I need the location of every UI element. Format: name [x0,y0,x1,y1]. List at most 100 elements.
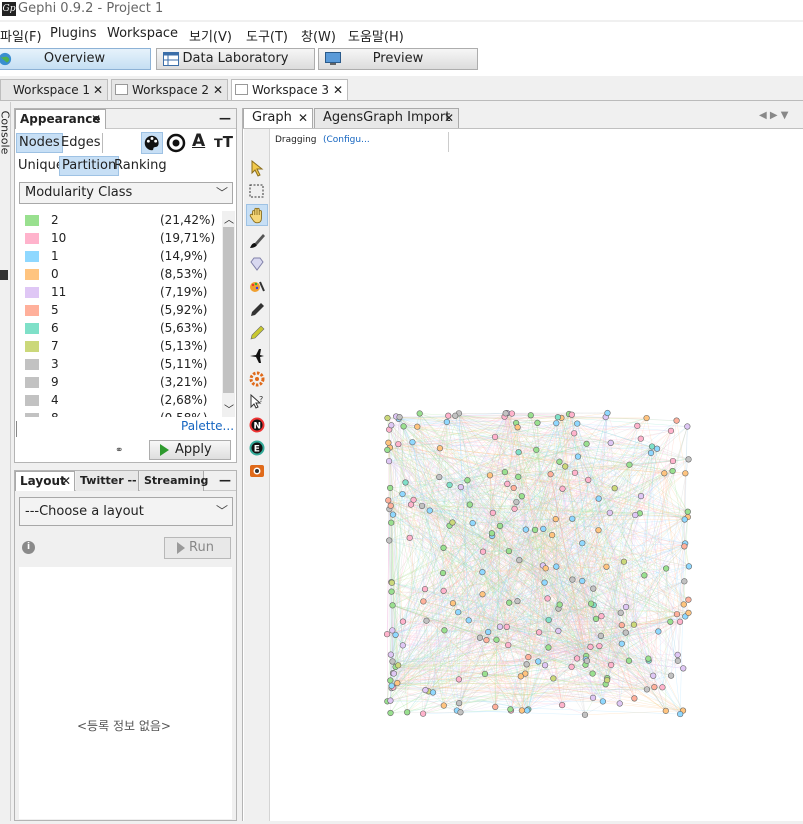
graph-node[interactable] [569,664,575,670]
graph-node[interactable] [389,589,395,595]
configure-link[interactable]: (Configu... [323,135,370,145]
graph-node[interactable] [390,659,396,665]
graph-node[interactable] [519,708,525,714]
graph-node[interactable] [549,532,555,538]
graph-node[interactable] [390,512,396,518]
close-icon[interactable]: ✕ [213,80,223,100]
graph-node[interactable] [504,624,510,630]
graph-node[interactable] [390,628,396,634]
graph-node[interactable] [605,410,611,416]
graph-node[interactable] [535,420,541,426]
list-item[interactable]: 2(21,42%) [25,211,215,229]
graph-node[interactable] [612,485,618,491]
graph-node[interactable] [467,502,473,508]
graph-node[interactable] [604,677,610,683]
menu-workspace[interactable]: Workspace [107,26,178,41]
graph-node[interactable] [466,618,472,624]
graph-node[interactable] [518,674,524,680]
graph-node[interactable] [385,415,391,421]
graph-node[interactable] [644,687,650,693]
graph-node[interactable] [682,579,688,585]
graph-node[interactable] [497,624,503,630]
ranking-tab[interactable]: Ranking [112,157,169,175]
graph-node[interactable] [560,486,566,492]
list-item[interactable]: 7(5,13%) [25,337,215,355]
graph-node[interactable] [388,503,394,509]
overview-button[interactable]: Overview [0,48,151,70]
edges-tab[interactable]: Edges [59,134,103,152]
graph-node[interactable] [593,616,599,622]
graph-node[interactable] [387,485,393,491]
graph-node[interactable] [569,412,575,418]
graph-node[interactable] [442,628,448,634]
graph-node[interactable] [642,573,648,579]
pencil-icon[interactable] [248,301,266,319]
list-item[interactable]: 5(5,92%) [25,301,215,319]
graph-node[interactable] [662,470,668,476]
graph-node[interactable] [590,695,596,701]
graph-node[interactable] [570,577,576,583]
graph-node[interactable] [503,411,509,417]
graph-node[interactable] [638,436,644,442]
chevron-down-icon[interactable]: ﹀ [224,401,234,416]
graph-node[interactable] [686,597,692,603]
graph-node[interactable] [680,666,686,672]
network-graph[interactable] [271,154,803,821]
graph-node[interactable] [492,434,498,440]
graph-node[interactable] [458,484,464,490]
graph-node[interactable] [648,450,654,456]
graph-node[interactable] [441,588,447,594]
graph-node[interactable] [557,602,563,608]
graph-node[interactable] [403,480,409,486]
color-swatch[interactable] [25,323,39,334]
color-swatch[interactable] [25,359,39,370]
graph-node[interactable] [675,652,681,658]
graph-node[interactable] [388,678,394,684]
graph-node[interactable] [670,468,676,474]
graph-node[interactable] [391,671,397,677]
graph-node[interactable] [400,491,406,497]
graph-node[interactable] [574,656,580,662]
graph-node[interactable] [646,656,652,662]
graph-node[interactable] [685,424,691,430]
color-swatch[interactable] [25,305,39,316]
palette-link[interactable]: Palette... [181,419,234,433]
list-item[interactable]: 8(0,58%) [25,409,215,417]
minimize-icon[interactable]: — [219,473,231,487]
graph-node[interactable] [388,652,394,658]
graph-node[interactable] [608,440,614,446]
graph-node[interactable] [394,680,400,686]
run-button[interactable]: Run [164,537,231,559]
graph-node[interactable] [440,570,446,576]
graph-node[interactable] [480,569,486,575]
graph-node[interactable] [546,645,552,651]
close-icon[interactable]: ✕ [61,472,71,490]
tab-workspace-1[interactable]: Workspace 1 ✕ [0,79,108,100]
graph-node[interactable] [452,413,458,419]
graph-node[interactable] [506,600,512,606]
graph-node[interactable] [668,673,674,679]
graph-node[interactable] [497,523,503,529]
graph-node[interactable] [515,424,521,430]
graph-canvas[interactable] [271,154,803,821]
graph-node[interactable] [480,549,486,555]
graph-node[interactable] [551,676,557,682]
graph-node[interactable] [596,527,602,533]
graph-node[interactable] [674,611,680,617]
graph-node[interactable] [441,545,447,551]
graph-node[interactable] [502,469,508,475]
graph-node[interactable] [519,493,525,499]
graph-node[interactable] [410,439,416,445]
console-label[interactable]: Console [0,111,11,155]
graph-node[interactable] [555,414,561,420]
graph-node[interactable] [569,516,575,522]
graph-node[interactable] [506,548,512,554]
graph-node[interactable] [656,629,662,635]
graph-node[interactable] [487,473,493,479]
color-palette-icon[interactable] [141,132,163,154]
close-icon[interactable]: ✕ [298,109,308,127]
graph-node[interactable] [388,520,394,526]
menu-window[interactable]: 창(W) [301,26,336,45]
graph-node[interactable] [600,699,606,705]
graph-node[interactable] [417,411,423,417]
